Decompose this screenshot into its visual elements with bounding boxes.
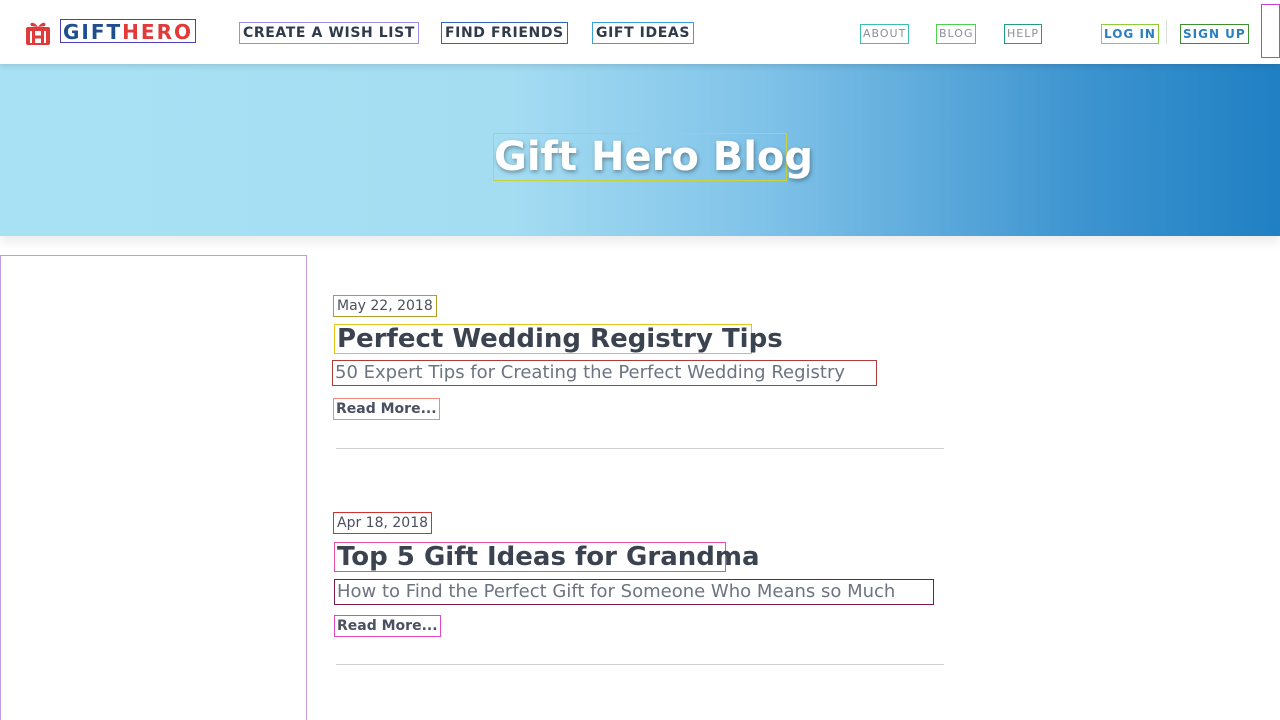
post-date: May 22, 2018 <box>333 295 437 317</box>
nav-create-wish-list[interactable]: CREATE A WISH LIST <box>239 22 419 44</box>
gift-box-logo-icon[interactable] <box>24 19 52 47</box>
site-header: GIFTHERO CREATE A WISH LIST FIND FRIENDS… <box>0 0 1280 64</box>
logo-gift-text: GIFT <box>63 20 123 44</box>
post-subtitle-link[interactable]: 50 Expert Tips for Creating the Perfect … <box>332 360 877 386</box>
nav-blog[interactable]: BLOG <box>936 24 977 44</box>
page-title: Gift Hero Blog <box>493 133 814 181</box>
post-title-link[interactable]: Top 5 Gift Ideas for Grandma <box>334 542 760 572</box>
nav-gift-ideas[interactable]: GIFT IDEAS <box>592 22 694 44</box>
nav-help[interactable]: HELP <box>1004 24 1042 44</box>
nav-about[interactable]: ABOUT <box>860 24 910 44</box>
post-divider <box>336 664 944 665</box>
logo-hero-text: HERO <box>122 20 193 44</box>
read-more-link[interactable]: Read More... <box>334 615 441 637</box>
login-link[interactable]: LOG IN <box>1101 24 1159 44</box>
post-title-link[interactable]: Perfect Wedding Registry Tips <box>334 324 783 354</box>
nav-find-friends[interactable]: FIND FRIENDS <box>441 22 568 44</box>
post-subtitle-link[interactable]: How to Find the Perfect Gift for Someone… <box>334 579 934 605</box>
hero-banner: Gift Hero Blog <box>0 64 1280 236</box>
left-sidebar-panel[interactable] <box>0 255 307 720</box>
signup-link[interactable]: SIGN UP <box>1180 24 1249 44</box>
read-more-link[interactable]: Read More... <box>333 398 440 420</box>
post-divider <box>336 448 944 449</box>
post-date: Apr 18, 2018 <box>333 512 433 534</box>
side-menu-toggle[interactable] <box>1261 4 1280 58</box>
logo-wordmark[interactable]: GIFTHERO <box>60 19 196 44</box>
nav-divider <box>1166 20 1167 44</box>
